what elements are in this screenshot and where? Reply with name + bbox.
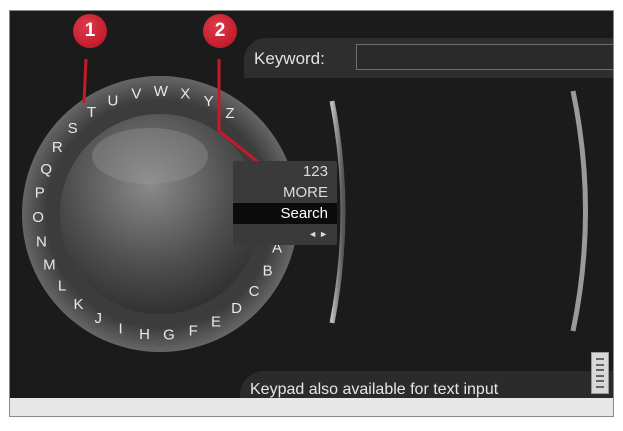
menu-item-123[interactable]: 123 [233, 161, 337, 182]
ring-letter-f[interactable]: F [189, 322, 198, 339]
ring-letter-v[interactable]: V [131, 85, 141, 102]
callout-1-leader [82, 58, 88, 104]
ring-letter-l[interactable]: L [58, 278, 66, 295]
ring-letter-g[interactable]: G [163, 327, 175, 344]
ring-letter-e[interactable]: E [211, 313, 221, 330]
ring-letter-q[interactable]: Q [40, 161, 52, 178]
keypad-icon [591, 352, 609, 394]
keyword-label: Keyword: [254, 49, 325, 68]
callout-2: 2 [203, 14, 237, 48]
cursor-nav: ◄ ► [233, 224, 337, 245]
ring-letter-i[interactable]: I [119, 320, 123, 337]
knob-highlight [92, 128, 208, 184]
ring-letter-y[interactable]: Y [204, 93, 214, 110]
ring-letter-m[interactable]: M [43, 257, 56, 274]
ring-letter-j[interactable]: J [95, 310, 103, 327]
ring-letter-t[interactable]: T [87, 104, 96, 121]
cursor-left-icon[interactable]: ◄ [308, 224, 317, 245]
ring-letter-k[interactable]: K [73, 296, 83, 313]
keyword-input[interactable] [356, 44, 613, 70]
menu-item-search[interactable]: Search [233, 203, 337, 224]
ring-letter-x[interactable]: X [180, 86, 190, 103]
ring-letter-p[interactable]: P [35, 185, 45, 202]
ring-letter-r[interactable]: R [52, 139, 63, 156]
ring-letter-z[interactable]: Z [225, 105, 234, 122]
ring-letter-n[interactable]: N [36, 233, 47, 250]
hint-text: Keypad also available for text input [250, 381, 499, 398]
ring-letter-c[interactable]: C [249, 283, 260, 300]
callout-1: 1 [73, 14, 107, 48]
ring-letter-d[interactable]: D [231, 300, 242, 317]
scroll-arc-right [570, 90, 588, 332]
ring-letter-s[interactable]: S [68, 120, 78, 137]
ring-letter-u[interactable]: U [107, 92, 118, 109]
input-mode-menu: 123 MORE Search ◄ ► [233, 161, 337, 245]
ring-letter-w[interactable]: W [154, 83, 169, 100]
ring-letter-o[interactable]: O [32, 209, 44, 226]
ring-letter-b[interactable]: B [263, 262, 273, 279]
cursor-right-icon[interactable]: ► [319, 224, 328, 245]
ring-letter-h[interactable]: H [139, 326, 150, 343]
infotainment-screen: ZYXWVUTSRQPONMLKJIHGFEDCBA- Keyword: 123… [10, 11, 613, 398]
menu-item-more[interactable]: MORE [233, 182, 337, 203]
